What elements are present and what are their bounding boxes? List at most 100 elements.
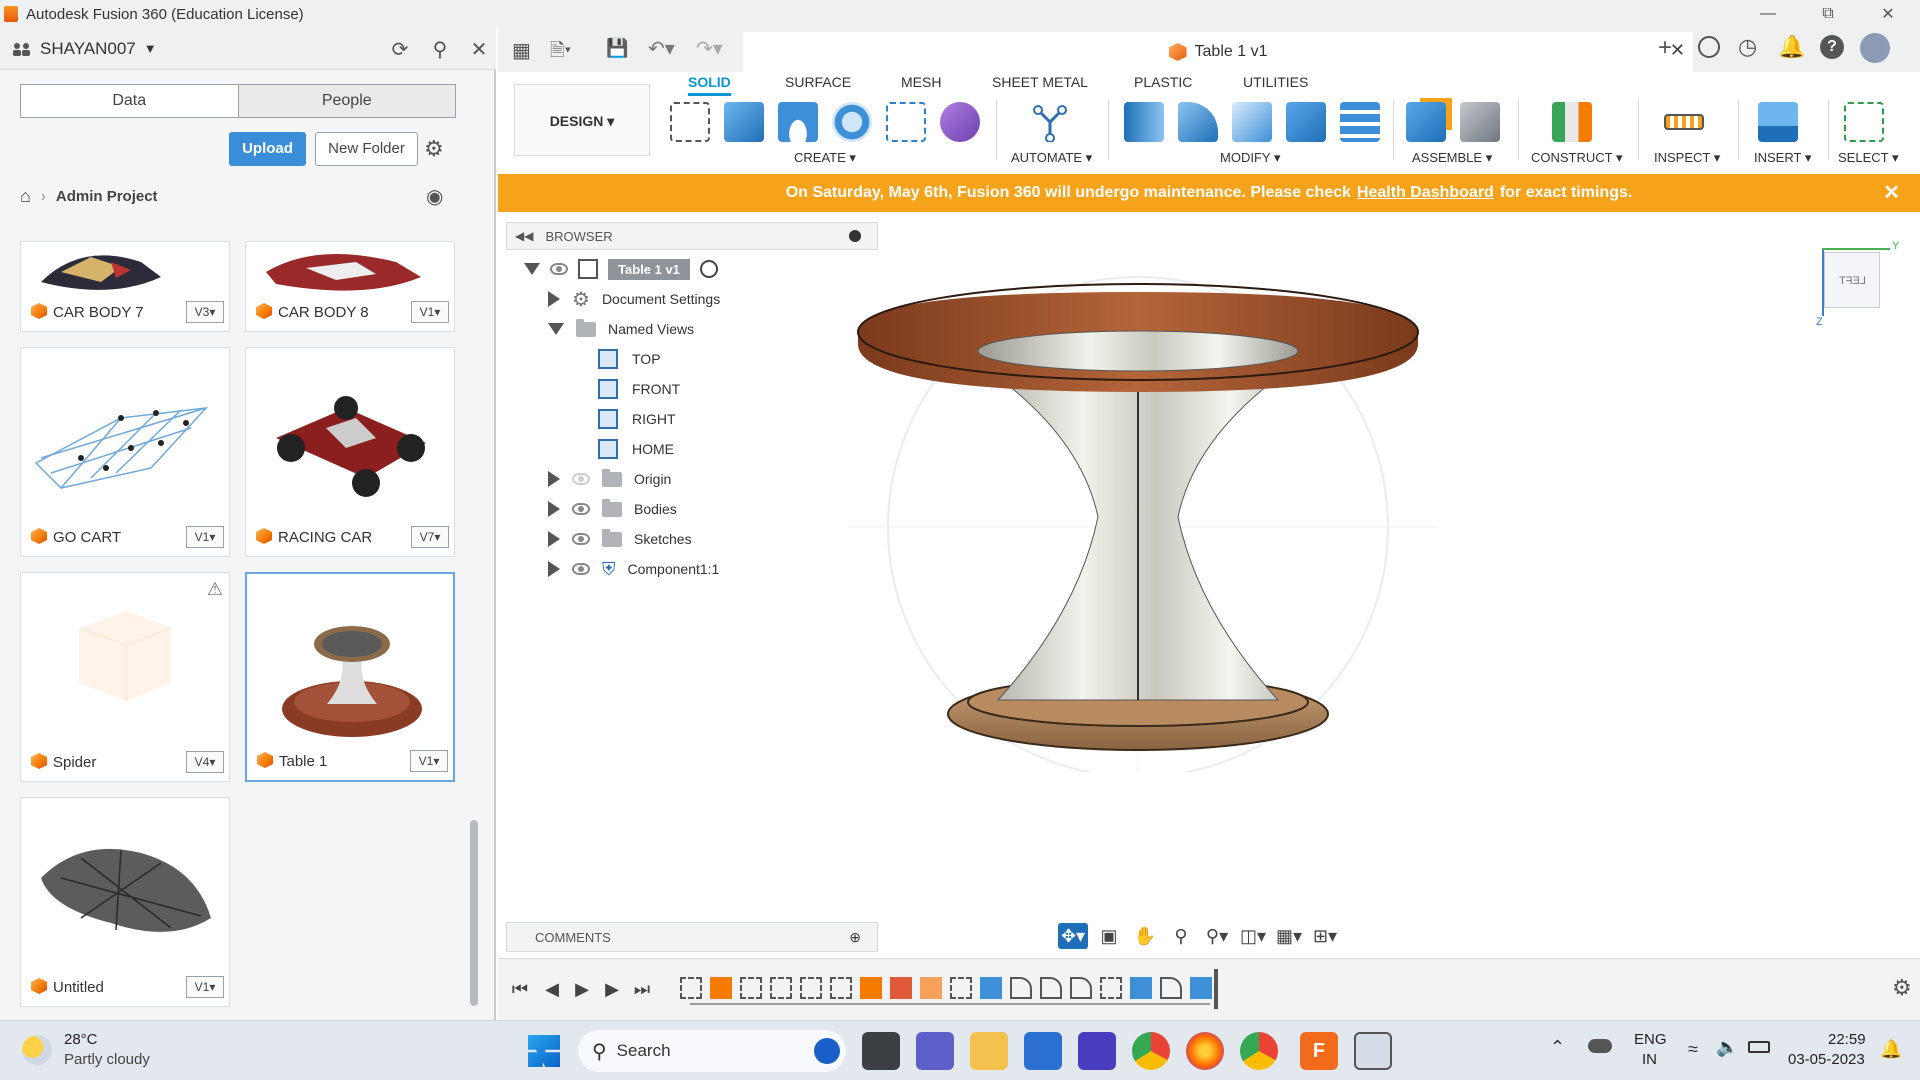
select-menu[interactable]: SELECT ▾ [1838,150,1898,166]
tab-plastic[interactable]: PLASTIC [1134,74,1192,90]
sketch-feature-icon[interactable] [950,977,972,999]
wifi-icon[interactable]: ≈ [1688,1039,1698,1060]
extrude-feature-icon[interactable] [710,977,732,999]
version-dropdown[interactable]: V1▾ [411,301,449,323]
activate-component-icon[interactable] [699,260,718,278]
select-box-icon[interactable] [1844,102,1884,142]
3d-viewport[interactable]: ◀◀ BROWSER Table 1 v1 ⚙ Document Setting… [498,212,1920,958]
extrude-feature-icon[interactable] [860,977,882,999]
extrude-icon[interactable] [724,102,764,142]
extensions-icon[interactable] [1698,36,1720,58]
sketch-feature-icon[interactable] [1100,977,1122,999]
file-explorer-icon[interactable] [970,1032,1008,1070]
file-card[interactable]: ⚠ Spider V4▾ [20,572,230,782]
refresh-icon[interactable]: ⟳ [387,37,413,63]
expand-arrow-icon[interactable] [548,501,560,517]
undo-icon[interactable]: ↶▾ [648,36,675,61]
sketch-feature-icon[interactable] [740,977,762,999]
browser-item[interactable]: ⚙ Document Settings [548,286,720,312]
save-icon[interactable]: 💾 [606,38,628,59]
combine-feature-icon[interactable] [890,977,912,999]
version-dropdown[interactable]: V1▾ [186,526,224,548]
microsoft-store-icon[interactable] [1024,1032,1062,1070]
notifications-icon[interactable]: 🔔 [1778,34,1805,60]
file-card-selected[interactable]: Table 1 V1▾ [245,572,455,782]
tab-sheet-metal[interactable]: SHEET METAL [992,74,1088,90]
new-folder-button[interactable]: New Folder [315,132,418,166]
close-tab-icon[interactable]: ✕ [1670,40,1685,61]
version-dropdown[interactable]: V1▾ [410,750,448,772]
new-component-icon[interactable] [1406,102,1446,142]
shell-icon[interactable] [1232,102,1272,142]
onedrive-icon[interactable] [1588,1039,1612,1053]
firefox-icon[interactable] [1186,1032,1224,1070]
browser-minimize-icon[interactable] [849,230,861,242]
browser-item[interactable]: Origin [548,466,671,492]
clock-date[interactable]: 03-05-2023 [1788,1051,1865,1068]
visibility-off-icon[interactable] [572,473,590,485]
tab-people[interactable]: People [237,85,455,117]
inspect-menu[interactable]: INSPECT ▾ [1654,150,1720,166]
look-at-icon[interactable]: ▣ [1094,923,1124,949]
chevron-up-icon[interactable]: ⌃ [1550,1037,1565,1058]
tab-mesh[interactable]: MESH [901,74,941,90]
taskbar-search[interactable]: ⚲ Search [578,1030,846,1072]
home-icon[interactable]: ⌂ [20,186,31,207]
revolve-icon[interactable] [778,102,818,142]
sketch-feature-icon[interactable] [680,977,702,999]
fillet-feature-icon[interactable] [1010,977,1032,999]
avatar[interactable] [1860,33,1890,63]
measure-icon[interactable] [1664,114,1704,130]
snipping-tool-icon[interactable] [1354,1032,1392,1070]
data-panel-scrollbar[interactable] [470,820,478,1006]
user-menu[interactable]: SHAYAN007 ▼ [12,39,157,59]
visibility-icon[interactable] [550,263,568,275]
modify-menu[interactable]: MODIFY ▾ [1220,150,1280,166]
sketch-feature-icon[interactable] [830,977,852,999]
region-code[interactable]: IN [1642,1051,1657,1068]
display-settings-icon[interactable]: ◫▾ [1238,923,1268,949]
named-view-item[interactable]: RIGHT [598,406,676,432]
combine-icon[interactable] [1286,102,1326,142]
sketch-feature-icon[interactable] [800,977,822,999]
minimize-button[interactable]: — [1740,0,1796,28]
assemble-menu[interactable]: ASSEMBLE ▾ [1412,150,1492,166]
teams-icon[interactable] [916,1032,954,1070]
grid-menu-icon[interactable]: ▦ [512,38,531,63]
search-icon[interactable]: ⚲ [427,37,453,63]
extrude-feature-icon[interactable] [1130,977,1152,999]
visibility-icon[interactable] [572,503,590,515]
file-card[interactable]: GO CART V1▾ [20,347,230,557]
fillet-feature-icon[interactable] [1040,977,1062,999]
health-dashboard-link[interactable]: Health Dashboard [1357,184,1494,202]
file-card[interactable]: CAR BODY 7 V3▾ [20,241,230,332]
go-to-start-icon[interactable]: ⏮ [508,977,532,1001]
settings-gear-icon[interactable]: ⚙ [424,136,444,162]
sketch-feature-icon[interactable] [770,977,792,999]
version-dropdown[interactable]: V4▾ [186,751,224,773]
close-panel-icon[interactable]: ✕ [466,37,492,63]
named-view-item[interactable]: FRONT [598,376,680,402]
file-card[interactable]: CAR BODY 8 V1▾ [245,241,455,332]
split-feature-icon[interactable] [1190,977,1212,999]
browser-item[interactable]: Named Views [548,316,694,342]
named-view-item[interactable]: TOP [598,346,661,372]
form-icon[interactable] [940,102,980,142]
clock-time[interactable]: 22:59 [1828,1031,1866,1048]
upload-button[interactable]: Upload [229,132,306,166]
go-to-end-icon[interactable]: ⏭ [630,977,654,1001]
visibility-icon[interactable] [572,563,590,575]
add-comment-icon[interactable]: ⊕ [849,929,861,946]
expand-arrow-icon[interactable] [548,561,560,577]
start-menu-icon[interactable] [528,1035,560,1067]
new-tab-icon[interactable]: + [1658,34,1672,62]
construct-menu[interactable]: CONSTRUCT ▾ [1531,150,1623,166]
browser-item[interactable]: Bodies [548,496,677,522]
named-view-item[interactable]: HOME [598,436,674,462]
workspace-switcher[interactable]: DESIGN ▾ [514,84,650,156]
orbit-icon[interactable]: ✥▾ [1058,923,1088,949]
tab-surface[interactable]: SURFACE [785,74,851,90]
automate-menu[interactable]: AUTOMATE ▾ [1011,150,1092,166]
view-cube[interactable]: LEFT [1824,252,1880,308]
body-feature-icon[interactable] [920,977,942,999]
